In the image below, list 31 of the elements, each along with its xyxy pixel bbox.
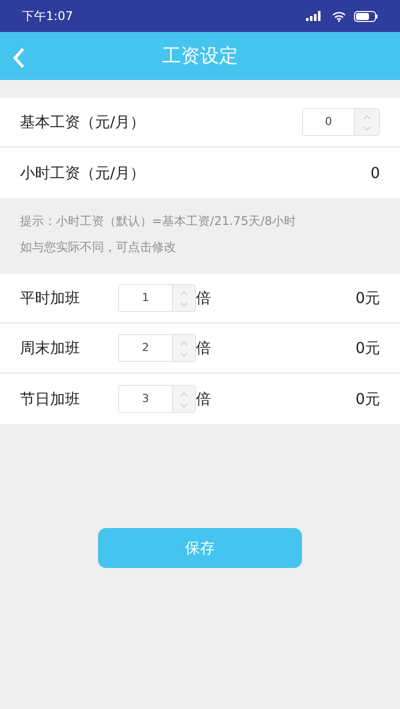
amount-value: 0元: [355, 388, 380, 410]
stepper-button[interactable]: [172, 334, 196, 362]
field-label: 小时工资（元/月）: [20, 162, 146, 184]
hint-text: 提示：小时工资（默认）=基本工资/21.75天/8小时: [20, 213, 298, 230]
field-label: 基本工资（元/月）: [20, 112, 146, 133]
unit-label: 倍: [196, 338, 211, 359]
unit-label: 倍: [196, 288, 211, 309]
back-icon[interactable]: [12, 46, 26, 69]
stepper-arrows-icon[interactable]: [179, 338, 189, 359]
hint-text: 如与您实际不同，可点击修改: [20, 239, 177, 256]
stepper-arrows-icon[interactable]: [362, 112, 372, 133]
stepper-button[interactable]: [172, 284, 196, 312]
battery-icon: [354, 10, 378, 22]
overtime-label: 周末加班: [20, 338, 81, 359]
amount-value: 0元: [355, 288, 380, 309]
number-input[interactable]: 1: [118, 284, 172, 312]
overtime-label: 平时加班: [20, 288, 81, 309]
stepper-button[interactable]: [354, 108, 380, 136]
wifi-icon: [332, 10, 346, 22]
stepper-button[interactable]: [172, 385, 196, 413]
overtime-label: 节日加班: [20, 388, 81, 410]
field-value[interactable]: 0: [370, 162, 380, 184]
amount-value: 0元: [355, 338, 380, 359]
status-time: 下午1:07: [22, 8, 73, 25]
number-input[interactable]: 3: [118, 385, 172, 413]
number-input[interactable]: 0: [302, 108, 354, 136]
number-input[interactable]: 2: [118, 334, 172, 362]
unit-label: 倍: [196, 388, 211, 410]
page-title: 工资设定: [162, 44, 238, 69]
stepper-arrows-icon[interactable]: [179, 390, 189, 410]
stepper-arrows-icon[interactable]: [179, 288, 189, 309]
